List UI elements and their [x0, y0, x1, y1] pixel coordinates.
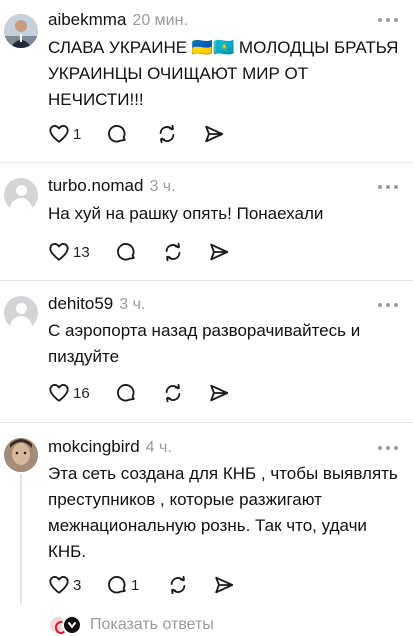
- repost-button[interactable]: [162, 240, 184, 264]
- heart-icon: [49, 243, 69, 261]
- share-button[interactable]: [208, 240, 230, 264]
- like-count: 3: [73, 576, 82, 594]
- comment-text-line: На хуй на рашку опять! Понаехали: [48, 204, 324, 223]
- comment-header: dehito59 3 ч.: [48, 294, 145, 316]
- reply-count: 1: [131, 576, 140, 594]
- comment-text: СЛАВА УКРАИНЕ 🇺🇦🇰🇿 МОЛОДЦЫ БРАТЬЯ УКРАИН…: [48, 35, 406, 113]
- repost-icon: [165, 242, 181, 262]
- avatar[interactable]: [4, 296, 38, 330]
- reply-avatar: [62, 615, 82, 635]
- show-replies-button[interactable]: Показать ответы: [48, 614, 214, 636]
- reply-button[interactable]: [115, 240, 137, 264]
- comment-text-line: С аэропорта назад разворачивайтесь и: [48, 321, 361, 340]
- more-dots-icon[interactable]: [378, 443, 400, 453]
- comment-text: С аэропорта назад разворачивайтесь и пиз…: [48, 318, 406, 370]
- comment-text-line: межнациональную рознь. Так что, удачи: [48, 516, 367, 535]
- timestamp: 3 ч.: [149, 178, 176, 195]
- divider: [0, 422, 413, 423]
- like-count: 13: [73, 243, 90, 261]
- repost-icon: [159, 124, 175, 144]
- reply-button[interactable]: 1: [106, 573, 139, 597]
- thread-line: [20, 474, 22, 604]
- share-button[interactable]: [213, 573, 235, 597]
- comment-header: turbo.nomad 3 ч.: [48, 176, 176, 198]
- comment-bubble-icon: [108, 576, 126, 594]
- comment-text-line: НЕЧИСТИ!!!: [48, 90, 144, 109]
- repost-button[interactable]: [156, 122, 178, 146]
- username[interactable]: dehito59: [48, 294, 113, 314]
- repost-icon: [165, 383, 181, 403]
- chevron-down-icon: [68, 622, 76, 628]
- repost-icon: [170, 575, 186, 595]
- more-dots-icon[interactable]: [378, 300, 400, 310]
- comment-text-line: преступников , которые разжигают: [48, 490, 322, 509]
- divider: [0, 280, 413, 281]
- avatar[interactable]: [4, 438, 38, 472]
- comment-bubble-icon: [117, 384, 135, 402]
- like-button[interactable]: 13: [48, 240, 90, 264]
- reply-button[interactable]: [106, 122, 128, 146]
- more-dots-icon[interactable]: [378, 182, 400, 192]
- like-button[interactable]: 3: [48, 573, 81, 597]
- comment-text-line: пиздуйте: [48, 347, 120, 366]
- send-icon: [210, 243, 229, 261]
- like-button[interactable]: 1: [48, 122, 81, 146]
- share-button[interactable]: [208, 381, 230, 405]
- more-dots-icon[interactable]: [378, 15, 400, 25]
- like-button[interactable]: 16: [48, 381, 90, 405]
- timestamp: 3 ч.: [119, 296, 146, 313]
- repost-button[interactable]: [162, 381, 184, 405]
- username[interactable]: mokcingbird: [48, 437, 140, 457]
- heart-icon: [49, 125, 69, 143]
- comment-text-line: СЛАВА УКРАИНЕ 🇺🇦🇰🇿 МОЛОДЦЫ БРАТЬЯ: [48, 38, 399, 57]
- avatar[interactable]: [4, 178, 38, 212]
- share-button[interactable]: [203, 122, 225, 146]
- timestamp: 20 мин.: [132, 12, 188, 29]
- comment-header: mokcingbird 4 ч.: [48, 437, 172, 459]
- send-icon: [215, 576, 234, 594]
- comment-header: aibekmma 20 мин.: [48, 10, 188, 32]
- comment-text-line: КНБ.: [48, 542, 87, 561]
- send-icon: [210, 384, 229, 402]
- username[interactable]: turbo.nomad: [48, 176, 143, 196]
- heart-icon: [49, 576, 69, 594]
- reply-button[interactable]: [115, 381, 137, 405]
- comment-text-line: УКРАИНЦЫ ОЧИЩАЮТ МИР ОТ: [48, 64, 309, 83]
- divider: [0, 162, 413, 163]
- repost-button[interactable]: [167, 573, 189, 597]
- comment-text-line: Эта сеть создана для КНБ , чтобы выявлят…: [48, 464, 398, 483]
- show-replies-label: Показать ответы: [90, 616, 214, 633]
- comment-text: На хуй на рашку опять! Понаехали: [48, 201, 406, 227]
- timestamp: 4 ч.: [145, 439, 172, 456]
- like-count: 16: [73, 384, 90, 402]
- comment-text: Эта сеть создана для КНБ , чтобы выявлят…: [48, 461, 406, 565]
- heart-icon: [49, 384, 69, 402]
- comment-bubble-icon: [108, 125, 126, 143]
- avatar[interactable]: [4, 14, 38, 48]
- username[interactable]: aibekmma: [48, 10, 126, 30]
- comment-bubble-icon: [117, 243, 135, 261]
- send-icon: [205, 125, 224, 143]
- like-count: 1: [73, 125, 82, 143]
